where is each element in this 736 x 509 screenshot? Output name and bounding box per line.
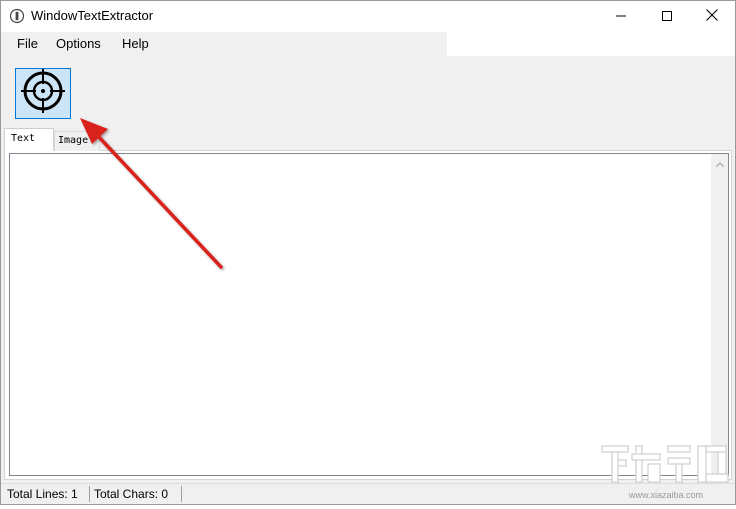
menu-help[interactable]: Help bbox=[122, 36, 149, 52]
chevron-up-icon bbox=[716, 154, 724, 172]
target-button[interactable] bbox=[15, 68, 71, 119]
watermark-logo: www.xiazaiba.com bbox=[598, 440, 734, 504]
minimize-icon bbox=[616, 8, 626, 26]
app-window: WindowTextExtractor File Options Help Te… bbox=[0, 0, 736, 505]
close-icon bbox=[706, 8, 718, 26]
window-title: WindowTextExtractor bbox=[31, 8, 154, 23]
status-total-lines: Total Lines: 1 bbox=[7, 487, 78, 501]
crosshair-icon bbox=[20, 68, 66, 119]
status-total-chars: Total Chars: 0 bbox=[94, 487, 169, 501]
scroll-up-button[interactable] bbox=[712, 154, 728, 171]
status-separator bbox=[181, 486, 182, 502]
tab-image[interactable]: Image bbox=[54, 131, 100, 151]
vertical-scrollbar[interactable] bbox=[711, 154, 728, 475]
watermark-url: www.xiazaiba.com bbox=[628, 490, 703, 500]
menu-bar: File Options Help bbox=[1, 32, 447, 56]
minimize-button[interactable] bbox=[598, 1, 644, 32]
close-button[interactable] bbox=[689, 1, 735, 32]
extracted-text-area[interactable] bbox=[9, 153, 729, 476]
app-icon bbox=[9, 8, 25, 24]
maximize-button[interactable] bbox=[644, 1, 690, 32]
title-bar: WindowTextExtractor bbox=[1, 1, 735, 32]
menu-file[interactable]: File bbox=[17, 36, 38, 52]
menu-options[interactable]: Options bbox=[56, 36, 101, 52]
status-separator bbox=[89, 486, 90, 502]
menu-bar-empty bbox=[447, 32, 735, 56]
maximize-icon bbox=[662, 8, 672, 26]
tab-text[interactable]: Text bbox=[4, 128, 54, 151]
